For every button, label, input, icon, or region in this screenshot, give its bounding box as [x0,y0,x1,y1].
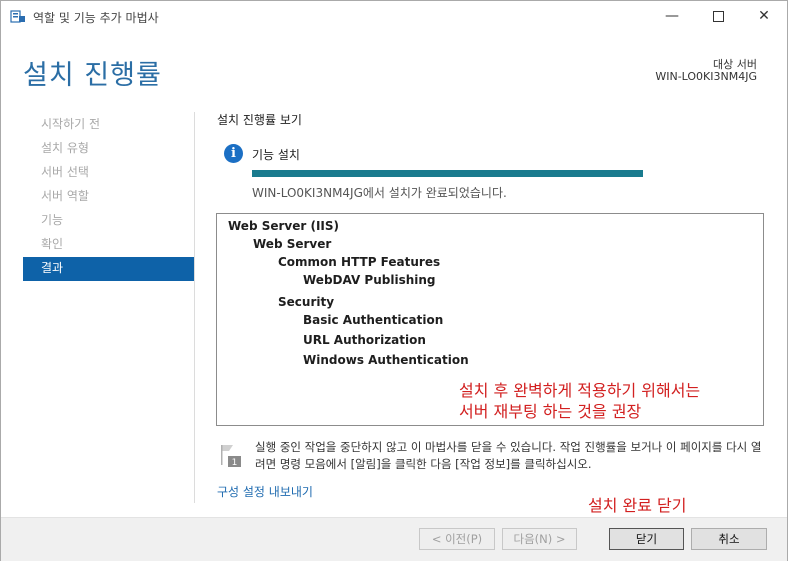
close-button[interactable]: 닫기 [609,528,684,550]
nav-item-features[interactable]: 기능 [23,209,194,233]
minimize-button[interactable]: — [649,1,695,31]
tree-item-web-server-iis: Web Server (IIS) [228,219,340,233]
progress-bar [252,170,643,177]
window-title: 역할 및 기능 추가 마법사 [33,11,159,25]
title-bar[interactable]: 역할 및 기능 추가 마법사 — ✕ [1,1,787,31]
tree-item-common-http-features: Common HTTP Features [278,255,441,269]
export-configuration-link[interactable]: 구성 설정 내보내기 [217,483,313,500]
tree-item-basic-authentication: Basic Authentication [303,313,444,327]
tree-item-security: Security [278,295,335,309]
nav-divider [194,112,195,503]
nav-item-installation-type[interactable]: 설치 유형 [23,137,194,161]
page-title: 설치 진행률 [23,60,162,91]
tree-item-webdav-publishing: WebDAV Publishing [303,273,436,287]
svg-text:1: 1 [232,458,238,468]
nav-item-before-you-begin[interactable]: 시작하기 전 [23,113,194,137]
tree-item-windows-authentication: Windows Authentication [303,353,469,367]
section-title: 설치 진행률 보기 [217,113,302,127]
wizard-window: 역할 및 기능 추가 마법사 — ✕ 설치 진행률 대상 서버 WIN-LO0K… [0,0,788,561]
progress-fill [252,170,643,177]
nav-item-server-roles[interactable]: 서버 역할 [23,185,194,209]
server-manager-icon [10,10,25,23]
next-button[interactable]: 다음(N) > [502,528,577,550]
close-window-button[interactable]: ✕ [741,1,787,31]
destination-server-name: WIN-LO0KI3NM4JG [655,70,757,83]
notification-flag-icon: 1 [221,445,241,468]
nav-item-confirmation[interactable]: 확인 [23,233,194,257]
close-wizard-info-text: 실행 중인 작업을 중단하지 않고 이 마법사를 닫을 수 있습니다. 작업 진… [255,440,762,471]
reboot-note-line1: 설치 후 완벽하게 적용하기 위해서는 [459,381,701,400]
tree-item-url-authorization: URL Authorization [303,333,426,347]
reboot-note-line2: 서버 재부팅 하는 것을 권장 [459,402,642,421]
success-message: WIN-LO0KI3NM4JG에서 설치가 완료되었습니다. [252,186,507,200]
nav-item-server-selection[interactable]: 서버 선택 [23,161,194,185]
results-list[interactable]: Web Server (IIS) Web Server Common HTTP … [216,213,764,426]
status-label: 기능 설치 [252,148,300,162]
wizard-nav: 시작하기 전 설치 유형 서버 선택 서버 역할 기능 확인 결과 [23,113,194,281]
close-after-install-note: 설치 완료 닫기 [588,496,687,515]
info-icon: i [224,144,243,163]
cancel-button[interactable]: 취소 [691,528,767,550]
tree-item-web-server: Web Server [253,237,332,251]
maximize-button[interactable] [695,1,741,31]
maximize-icon [712,10,724,22]
nav-item-results[interactable]: 결과 [23,257,194,281]
previous-button[interactable]: < 이전(P) [419,528,495,550]
